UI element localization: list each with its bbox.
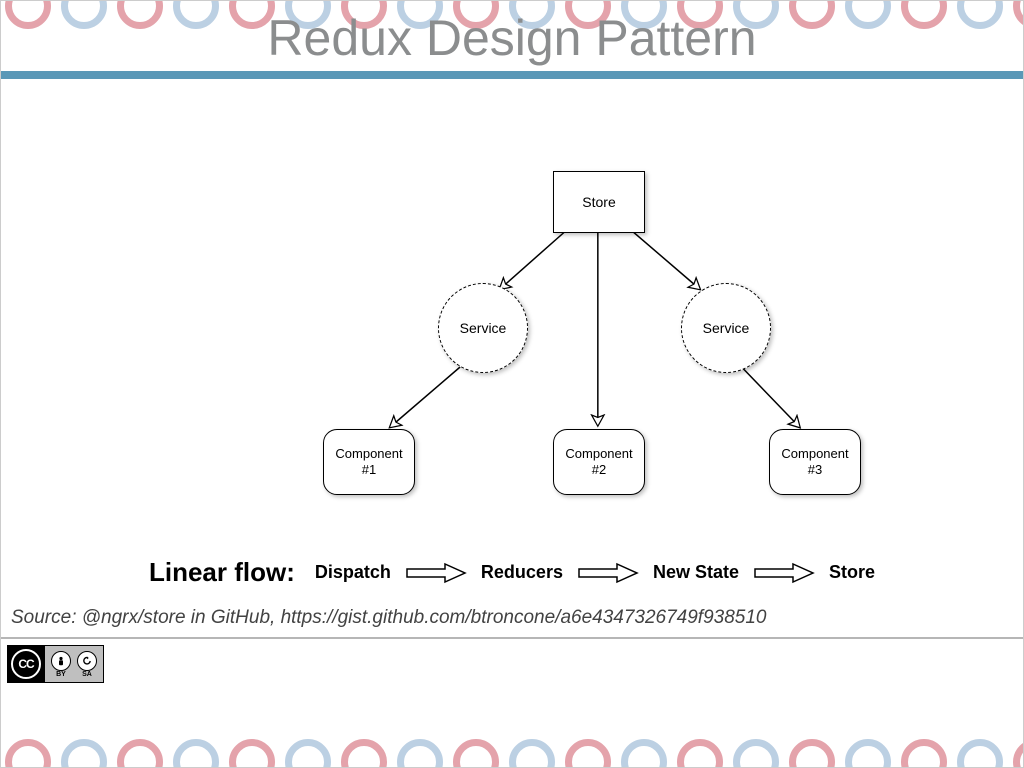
flow-arrow-icon (753, 562, 815, 584)
linear-flow-row: Linear flow: Dispatch Reducers New State… (1, 557, 1023, 588)
flow-step-new-state: New State (653, 562, 739, 583)
node-store: Store (553, 171, 645, 233)
flow-step-reducers: Reducers (481, 562, 563, 583)
node-component-3: Component#3 (769, 429, 861, 495)
decorative-rings-bottom (1, 709, 1023, 767)
source-citation: Source: @ngrx/store in GitHub, https://g… (11, 607, 767, 629)
node-service-1: Service (438, 283, 528, 373)
flow-step-store: Store (829, 562, 875, 583)
cc-sa-icon: SA (77, 651, 97, 678)
cc-logo-icon: CC (7, 645, 45, 683)
flow-arrow-icon (577, 562, 639, 584)
divider (1, 637, 1023, 639)
slide: Redux Design Pattern Store Service Servi… (0, 0, 1024, 768)
cc-by-icon: BY (51, 651, 71, 678)
cc-license-badge: CC BY SA (7, 645, 104, 683)
flow-step-dispatch: Dispatch (315, 562, 391, 583)
slide-title: Redux Design Pattern (1, 9, 1023, 67)
node-component-2: Component#2 (553, 429, 645, 495)
node-service-2: Service (681, 283, 771, 373)
accent-bar (1, 71, 1023, 79)
linear-flow-label: Linear flow: (149, 557, 295, 588)
flow-arrow-icon (405, 562, 467, 584)
redux-diagram: Store Service Service Component#1 Compon… (1, 171, 1023, 541)
node-component-1: Component#1 (323, 429, 415, 495)
